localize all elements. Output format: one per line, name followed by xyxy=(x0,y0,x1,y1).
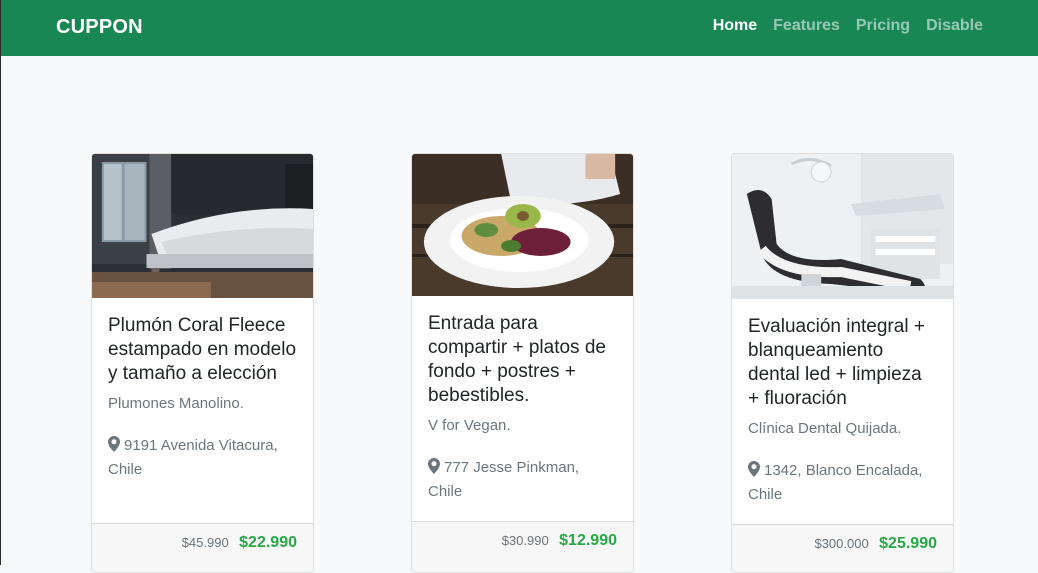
nav-link-features[interactable]: Features xyxy=(773,17,840,35)
deal-title[interactable]: Evaluación integral + blanqueamiento den… xyxy=(748,315,937,411)
new-price: $12.990 xyxy=(559,532,617,549)
deal-address: 777 Jesse Pinkman, Chile xyxy=(428,456,617,504)
deal-title[interactable]: Plumón Coral Fleece estampado en modelo … xyxy=(108,314,297,386)
deal-card[interactable]: Entrada para compartir + platos de fondo… xyxy=(411,153,634,573)
new-price: $25.990 xyxy=(879,535,937,552)
nav-link-disable[interactable]: Disable xyxy=(926,17,983,35)
page-left-border xyxy=(0,56,1,565)
nav-link-pricing[interactable]: Pricing xyxy=(856,17,910,35)
deal-address: 1342, Blanco Encalada, Chile xyxy=(748,459,937,507)
nav-link-home[interactable]: Home xyxy=(713,17,757,35)
deal-address: 9191 Avenida Vitacura, Chile xyxy=(108,434,297,482)
address-text: 9191 Avenida Vitacura, Chile xyxy=(108,437,278,478)
deal-title[interactable]: Entrada para compartir + platos de fondo… xyxy=(428,312,617,408)
bedroom-photo[interactable] xyxy=(92,154,313,298)
card-body: Entrada para compartir + platos de fondo… xyxy=(412,296,633,504)
brand-logo[interactable]: CUPPON xyxy=(56,16,143,39)
old-price: $45.990 xyxy=(181,535,229,550)
address-text: 777 Jesse Pinkman, Chile xyxy=(428,459,580,500)
new-price: $22.990 xyxy=(239,534,297,551)
old-price: $300.000 xyxy=(814,536,869,551)
deal-card[interactable]: Evaluación integral + blanqueamiento den… xyxy=(731,153,954,573)
map-marker-icon xyxy=(748,461,760,477)
deal-card[interactable]: Plumón Coral Fleece estampado en modelo … xyxy=(91,153,314,573)
address-text: 1342, Blanco Encalada, Chile xyxy=(748,462,923,503)
navbar: CUPPON Home Features Pricing Disable xyxy=(0,0,1038,56)
card-footer: $30.990 $12.990 xyxy=(412,521,633,572)
merchant-name: V for Vegan. xyxy=(428,417,511,434)
vegan-food-photo[interactable] xyxy=(412,154,633,296)
card-body: Evaluación integral + blanqueamiento den… xyxy=(732,299,953,507)
nav-links: Home Features Pricing Disable xyxy=(713,17,983,35)
dental-clinic-photo[interactable] xyxy=(732,154,953,299)
card-footer: $45.990 $22.990 xyxy=(92,523,313,572)
card-body: Plumón Coral Fleece estampado en modelo … xyxy=(92,298,313,482)
merchant-name: Plumones Manolino. xyxy=(108,395,244,412)
map-marker-icon xyxy=(108,436,120,452)
merchant-name: Clínica Dental Quijada. xyxy=(748,420,902,437)
old-price: $30.990 xyxy=(501,533,549,548)
card-footer: $300.000 $25.990 xyxy=(732,524,953,572)
map-marker-icon xyxy=(428,458,440,474)
